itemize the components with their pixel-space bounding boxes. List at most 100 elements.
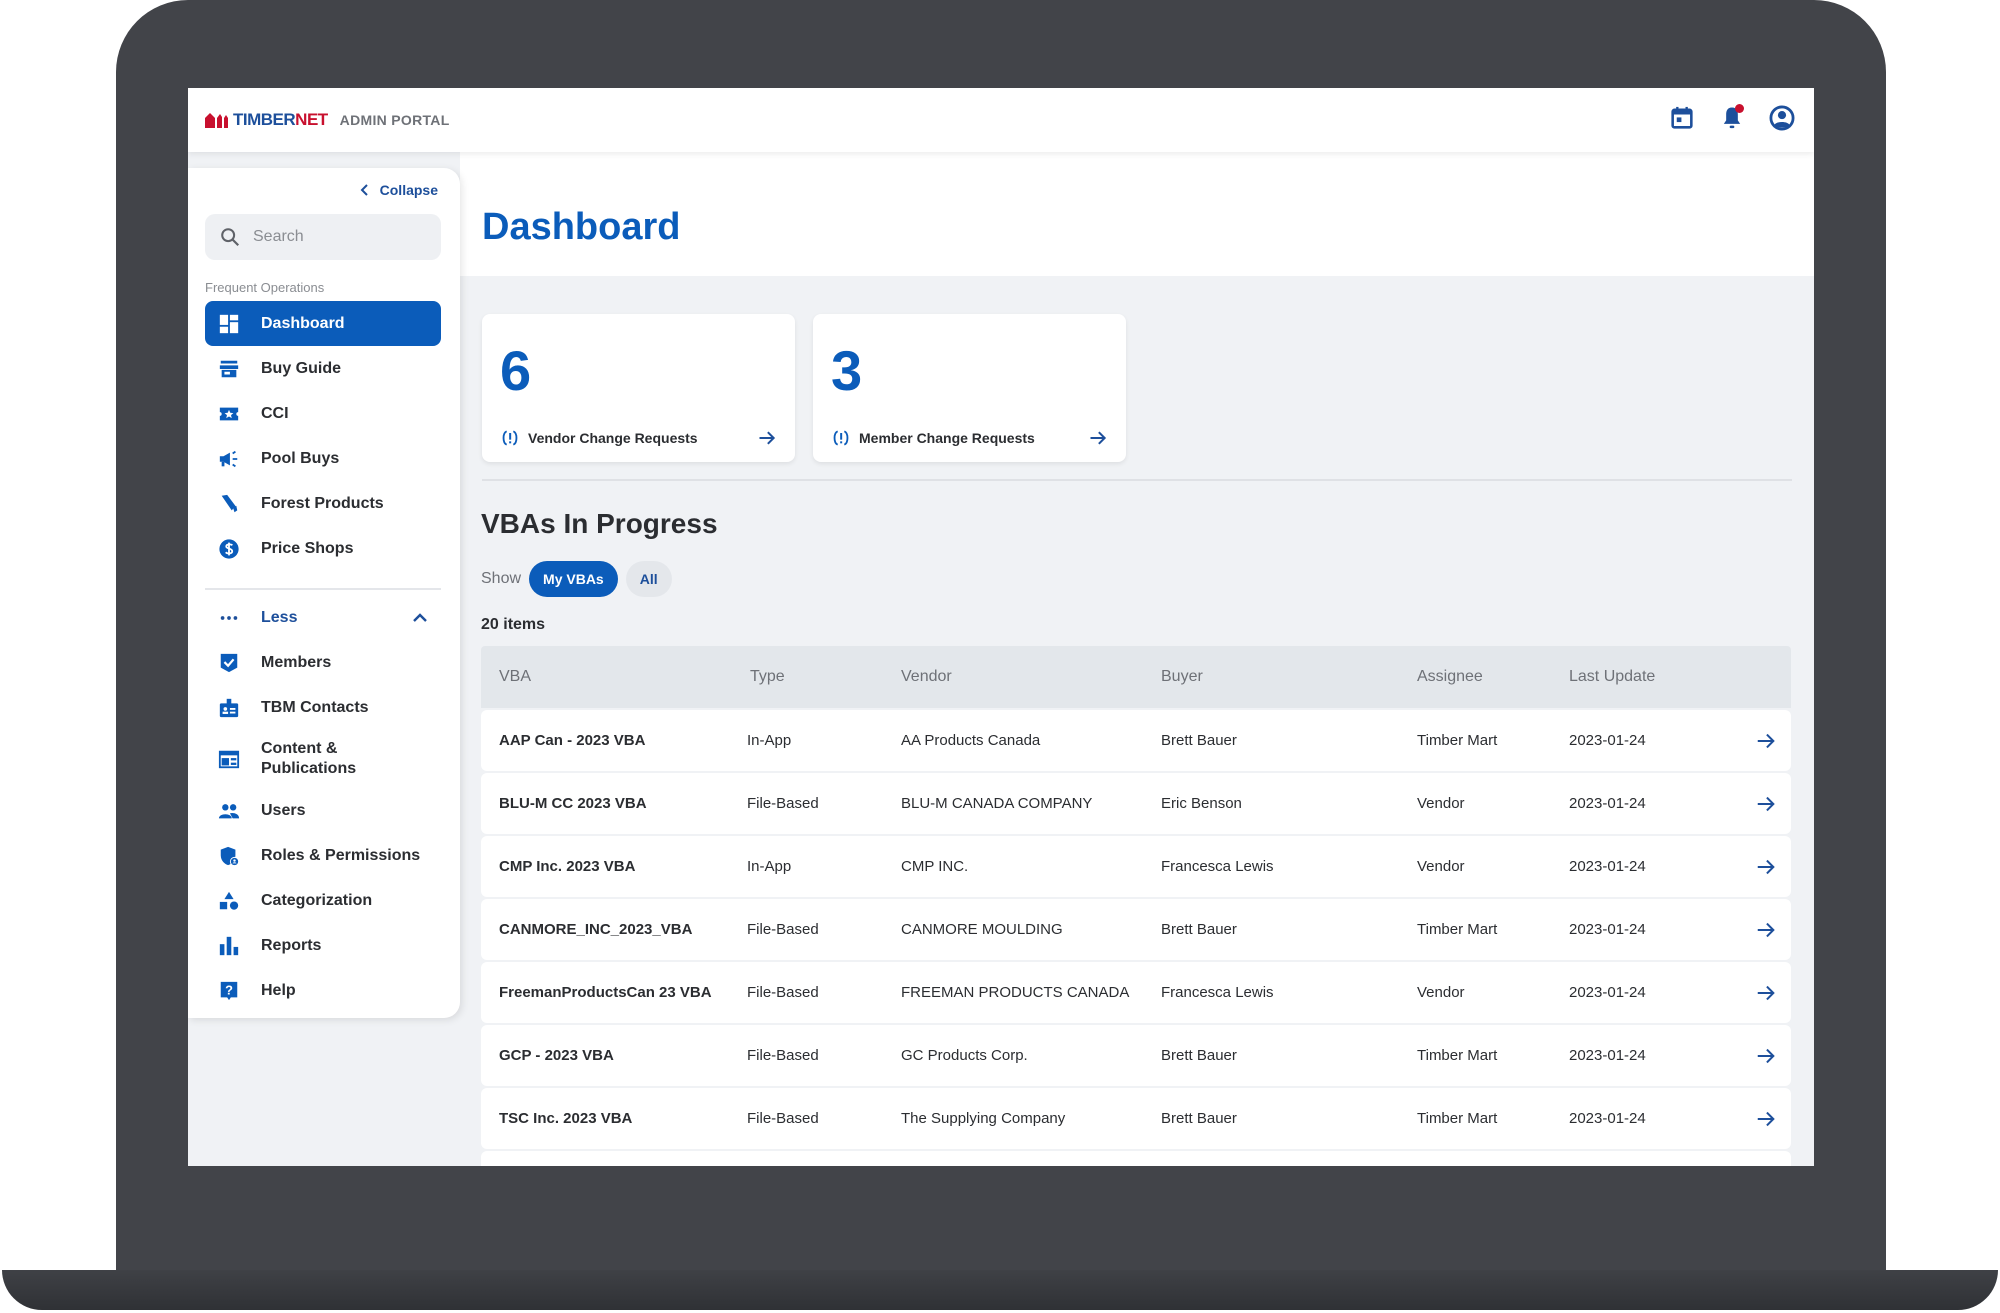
dashboard-icon <box>219 314 239 333</box>
column-header-buyer[interactable]: Buyer <box>1161 668 1417 686</box>
sidebar-item-content-publications[interactable]: Content & Publications <box>205 730 441 788</box>
arrow-right-icon[interactable] <box>1755 1045 1777 1067</box>
vendor-cell: FREEMAN PRODUCTS CANADA <box>901 984 1130 1001</box>
collapse-label: Collapse <box>379 182 438 198</box>
column-header-assignee[interactable]: Assignee <box>1417 668 1569 686</box>
sidebar-item-users[interactable]: Users <box>205 788 441 833</box>
row-open-button[interactable] <box>1729 793 1791 815</box>
arrow-right-icon[interactable] <box>1088 428 1108 448</box>
notifications-button[interactable] <box>1718 104 1746 132</box>
table-row[interactable]: GCP - 2023 VBA File-Based GC Products Corp… <box>481 1025 1791 1086</box>
column-header-vendor[interactable]: Vendor <box>901 668 1161 686</box>
sidebar-item-label: Price Shops <box>261 539 354 557</box>
vba-cell: AAP Can - 2023 VBA <box>499 732 646 749</box>
arrow-right-icon[interactable] <box>1755 793 1777 815</box>
sidebar-item-forest-products[interactable]: Forest Products <box>205 481 441 526</box>
column-header-last-update[interactable]: Last Update <box>1569 668 1729 686</box>
row-open-button[interactable] <box>1729 1108 1791 1130</box>
card-count: 3 <box>831 339 863 402</box>
member-change-requests-card[interactable]: 3 Member Change Requests <box>813 314 1126 462</box>
calendar-button[interactable] <box>1668 104 1696 132</box>
sidebar-item-price-shops[interactable]: Price Shops <box>205 526 441 571</box>
sidebar-item-categorization[interactable]: Categorization <box>205 878 441 923</box>
card-count: 6 <box>500 339 532 402</box>
column-header-vba[interactable]: VBA <box>481 668 750 686</box>
row-open-button[interactable] <box>1729 982 1791 1004</box>
newspaper-icon <box>218 750 240 769</box>
sidebar-item-label: CCI <box>261 404 289 422</box>
account-button[interactable] <box>1768 104 1796 132</box>
sidebar-item-members[interactable]: Members <box>205 640 441 685</box>
buyer-cell: Brett Bauer <box>1161 1110 1237 1127</box>
vendor-cell: BLU-M CANADA COMPANY <box>901 795 1093 812</box>
sidebar-item-dashboard[interactable]: Dashboard <box>205 301 441 346</box>
sidebar-item-buy-guide[interactable]: Buy Guide <box>205 346 441 391</box>
arrow-right-icon[interactable] <box>757 428 777 448</box>
table-row[interactable]: CMP Inc. 2023 VBA In-App CMP INC. Francesca… <box>481 836 1791 897</box>
last-update-cell: 2023-01-24 <box>1569 984 1646 1001</box>
last-update-cell: 2023-01-24 <box>1569 921 1646 938</box>
row-open-button[interactable] <box>1729 730 1791 752</box>
buyer-cell: Francesca Lewis <box>1161 858 1274 875</box>
sidebar: Collapse Frequent Operations Dashboard B… <box>188 168 460 1018</box>
chevron-up-icon <box>413 612 427 622</box>
laptop-base <box>2 1270 1998 1310</box>
sidebar-item-label: Members <box>261 653 332 671</box>
flashlight-icon <box>221 494 238 512</box>
arrow-right-icon[interactable] <box>1755 856 1777 878</box>
search-input[interactable] <box>253 228 433 246</box>
sidebar-item-label: Reports <box>261 936 322 954</box>
type-cell: In-App <box>747 858 792 875</box>
arrow-right-icon[interactable] <box>1755 982 1777 1004</box>
filter-my-vbas[interactable]: My VBAs <box>529 561 618 597</box>
sidebar-item-label: Categorization <box>261 891 373 909</box>
vendor-change-requests-card[interactable]: 6 Vendor Change Requests <box>482 314 795 462</box>
bar-chart-icon <box>219 936 239 955</box>
sidebar-item-label: Pool Buys <box>261 449 340 467</box>
type-cell: File-Based <box>747 795 819 812</box>
table-row-partial <box>481 1151 1791 1166</box>
assignee-cell: Vendor <box>1417 858 1465 875</box>
sidebar-item-pool-buys[interactable]: Pool Buys <box>205 436 441 481</box>
row-open-button[interactable] <box>1729 856 1791 878</box>
sidebar-item-help[interactable]: ? Help <box>205 968 441 1013</box>
vendor-cell: CANMORE MOULDING <box>901 921 1063 938</box>
table-row[interactable]: AAP Can - 2023 VBA In-App AA Products Cana… <box>481 710 1791 771</box>
row-open-button[interactable] <box>1729 919 1791 941</box>
sidebar-item-reports[interactable]: Reports <box>205 923 441 968</box>
arrow-right-icon[interactable] <box>1755 919 1777 941</box>
store-icon <box>219 360 239 377</box>
sidebar-item-label: Roles & Permissions <box>261 846 421 864</box>
table-row[interactable]: BLU-M CC 2023 VBA File-Based BLU-M CANADA … <box>481 773 1791 834</box>
column-header-type[interactable]: Type <box>750 668 901 686</box>
vba-cell: CANMORE_INC_2023_VBA <box>499 921 693 938</box>
assignee-cell: Timber Mart <box>1417 732 1498 749</box>
vendor-cell: CMP INC. <box>901 858 969 875</box>
table-row[interactable]: CANMORE_INC_2023_VBA File-Based CANMORE MO… <box>481 899 1791 960</box>
vba-cell: GCP - 2023 VBA <box>499 1047 614 1064</box>
vba-cell: BLU-M CC 2023 VBA <box>499 795 647 812</box>
filter-all[interactable]: All <box>625 561 672 597</box>
sidebar-item-cci[interactable]: CCI <box>205 391 441 436</box>
table-body: AAP Can - 2023 VBA In-App AA Products Cana… <box>481 710 1791 1166</box>
less-toggle[interactable]: Less <box>205 595 441 640</box>
type-cell: File-Based <box>747 921 819 938</box>
sync-alert-icon <box>833 430 849 446</box>
table-row[interactable]: FreemanProductsCan 23 VBA File-Based FREEM… <box>481 962 1791 1023</box>
vba-table: VBA Type Vendor Buyer Assignee Last Upda… <box>481 646 1791 1166</box>
screen: TIMBER NET ADMIN PORTAL Dashboard Collaps… <box>188 88 1814 1166</box>
sidebar-item-tbm-contacts[interactable]: TBM Contacts <box>205 685 441 730</box>
megaphone-icon <box>219 450 238 467</box>
arrow-right-icon[interactable] <box>1755 730 1777 752</box>
section-label-frequent: Frequent Operations <box>205 280 325 295</box>
brand-logo[interactable]: TIMBER NET ADMIN PORTAL <box>205 110 450 130</box>
sidebar-item-roles-permissions[interactable]: Roles & Permissions <box>205 833 441 878</box>
arrow-right-icon[interactable] <box>1755 1108 1777 1130</box>
page-title: Dashboard <box>482 206 681 248</box>
type-cell: File-Based <box>747 1047 819 1064</box>
row-open-button[interactable] <box>1729 1045 1791 1067</box>
vba-cell: CMP Inc. 2023 VBA <box>499 858 636 875</box>
summary-cards: 6 Vendor Change Requests 3 Member Change… <box>482 314 1126 462</box>
collapse-button[interactable]: Collapse <box>360 182 438 198</box>
table-row[interactable]: TSC Inc. 2023 VBA File-Based The Supplying… <box>481 1088 1791 1149</box>
